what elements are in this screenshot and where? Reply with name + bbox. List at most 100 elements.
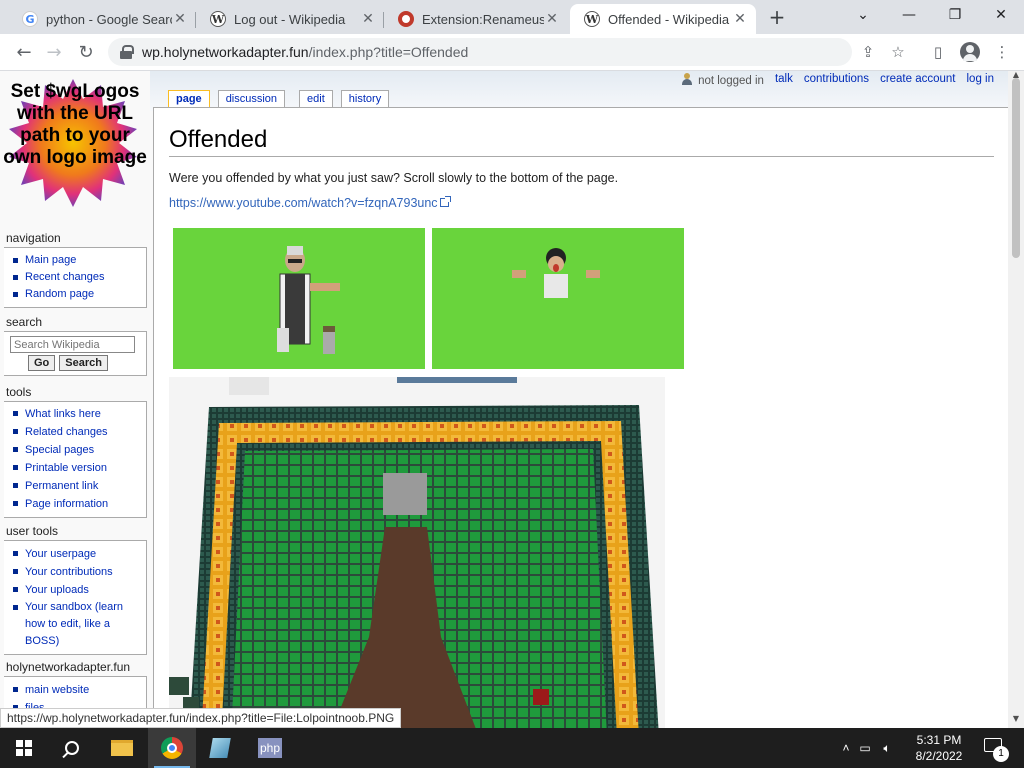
tools-printable-version[interactable]: Printable version bbox=[11, 459, 142, 477]
talk-link[interactable]: talk bbox=[775, 73, 793, 87]
minimize-icon[interactable]: — bbox=[886, 0, 932, 30]
status-bar: https://wp.holynetworkadapter.fun/index.… bbox=[0, 708, 402, 728]
taskbar-php[interactable]: php bbox=[246, 728, 294, 768]
screen: G python - Google Search ✕ W Log out - W… bbox=[0, 0, 1024, 768]
taskbar-chrome[interactable] bbox=[148, 728, 196, 768]
windows-logo-icon bbox=[16, 740, 32, 756]
tab-offended[interactable]: W Offended - Wikipedia ✕ bbox=[570, 4, 756, 34]
user-tools-userpage[interactable]: Your userpage bbox=[11, 545, 142, 563]
external-link-icon bbox=[439, 196, 451, 207]
user-tools-sandbox[interactable]: Your sandbox (learn how to edit, like a … bbox=[11, 599, 142, 650]
tab-history[interactable]: history bbox=[340, 90, 390, 108]
search-input[interactable] bbox=[10, 336, 135, 353]
taskbar-file-explorer[interactable] bbox=[98, 728, 146, 768]
greenscreen-image-left[interactable] bbox=[173, 228, 425, 369]
scroll-down-icon[interactable]: ▼ bbox=[1012, 715, 1020, 723]
user-tools-uploads[interactable]: Your uploads bbox=[11, 581, 142, 599]
chevron-up-icon[interactable]: ˄ bbox=[838, 741, 854, 755]
close-icon[interactable]: ✕ bbox=[544, 11, 560, 27]
window-controls: ⌄ — ❐ ✕ bbox=[840, 0, 1024, 30]
side-panel-icon[interactable]: ▯ bbox=[928, 42, 948, 62]
tab-title: python - Google Search bbox=[46, 11, 172, 27]
menu-kebab-icon[interactable]: ⋮ bbox=[992, 42, 1012, 62]
portlet-tools: tools What links here Related changes Sp… bbox=[4, 385, 147, 518]
greenscreen-image-right[interactable] bbox=[432, 228, 684, 369]
url-host: wp.holynetworkadapter.fun bbox=[142, 44, 309, 60]
scrollbar-thumb[interactable] bbox=[1012, 78, 1020, 258]
wikipedia-icon: W bbox=[584, 11, 600, 27]
user-icon bbox=[681, 73, 693, 85]
user-tools-contributions[interactable]: Your contributions bbox=[11, 563, 142, 581]
nav-recent-changes[interactable]: Recent changes bbox=[11, 269, 142, 286]
portlet-heading: user tools bbox=[6, 524, 59, 538]
browser-toolbar: ← → ↻ wp.holynetworkadapter.fun/index.ph… bbox=[0, 34, 1024, 71]
tab-renameuser[interactable]: Extension:Renameuser ✕ bbox=[384, 4, 568, 34]
windows-taskbar: php ˄ ▭ 🔈︎ 5:31 PM 8/2/2022 1 bbox=[0, 728, 1024, 768]
system-tray: ˄ ▭ 🔈︎ bbox=[838, 728, 898, 768]
go-button[interactable]: Go bbox=[28, 355, 56, 371]
taskbar-search-button[interactable] bbox=[48, 728, 96, 768]
tab-discussion[interactable]: discussion bbox=[217, 90, 286, 108]
page-title: Offended bbox=[169, 126, 994, 157]
tab-title: Log out - Wikipedia bbox=[234, 11, 346, 27]
taskbar-clock[interactable]: 5:31 PM 8/2/2022 bbox=[906, 732, 972, 764]
close-window-icon[interactable]: ✕ bbox=[978, 0, 1024, 30]
portlet-body: Go Search bbox=[4, 331, 147, 376]
close-icon[interactable]: ✕ bbox=[732, 11, 748, 27]
bookmark-star-icon[interactable]: ☆ bbox=[888, 42, 908, 62]
youtube-link-text[interactable]: https://www.youtube.com/watch?v=fzqnA793… bbox=[169, 196, 438, 210]
restore-icon[interactable]: ❐ bbox=[932, 0, 978, 30]
tools-related-changes[interactable]: Related changes bbox=[11, 423, 142, 441]
volume-icon[interactable]: 🔈︎ bbox=[876, 741, 898, 756]
pixel-art-image bbox=[169, 377, 665, 728]
search-icon bbox=[65, 741, 79, 755]
close-icon[interactable]: ✕ bbox=[360, 11, 376, 27]
network-icon[interactable]: ▭ bbox=[854, 741, 876, 755]
personal-tools: not logged in talk contributions create … bbox=[681, 73, 994, 87]
portlet-heading: tools bbox=[6, 385, 32, 399]
close-icon[interactable]: ✕ bbox=[172, 11, 188, 27]
portlet-body: What links here Related changes Special … bbox=[4, 401, 147, 518]
tools-permanent-link[interactable]: Permanent link bbox=[11, 477, 142, 495]
clock-date: 8/2/2022 bbox=[915, 749, 963, 763]
tools-what-links-here[interactable]: What links here bbox=[11, 405, 142, 423]
mediawiki-icon bbox=[398, 11, 414, 27]
reload-icon[interactable]: ↻ bbox=[74, 40, 98, 64]
nav-main-page[interactable]: Main page bbox=[11, 252, 142, 269]
portlet-user-tools: user tools Your userpage Your contributi… bbox=[4, 524, 147, 655]
portlet-search: search Go Search bbox=[4, 315, 147, 376]
taskbar-app[interactable] bbox=[196, 728, 244, 768]
tab-title: Extension:Renameuser bbox=[422, 11, 544, 27]
contributions-link[interactable]: contributions bbox=[804, 73, 869, 87]
tab-log-out[interactable]: W Log out - Wikipedia ✕ bbox=[196, 4, 384, 34]
lock-icon[interactable] bbox=[120, 45, 134, 59]
content-area: Offended Were you offended by what you j… bbox=[153, 107, 1008, 728]
portlet-body: Your userpage Your contributions Your up… bbox=[4, 540, 147, 655]
logo-text: Set $wgLogos with the URL path to your o… bbox=[3, 81, 147, 168]
profile-icon[interactable] bbox=[960, 42, 980, 62]
back-icon[interactable]: ← bbox=[12, 40, 36, 64]
forward-icon[interactable]: → bbox=[42, 40, 66, 64]
folder-icon bbox=[111, 740, 133, 756]
tab-google-search[interactable]: G python - Google Search ✕ bbox=[8, 4, 196, 34]
address-bar[interactable]: wp.holynetworkadapter.fun/index.php?titl… bbox=[108, 38, 852, 66]
tools-special-pages[interactable]: Special pages bbox=[11, 441, 142, 459]
share-icon[interactable]: ⇪ bbox=[858, 42, 878, 62]
tab-edit[interactable]: edit bbox=[299, 90, 333, 108]
portlet-body: Main page Recent changes Random page bbox=[4, 247, 147, 308]
start-button[interactable] bbox=[0, 728, 48, 768]
google-icon: G bbox=[22, 11, 38, 27]
search-buttons: Go Search bbox=[10, 355, 142, 371]
new-tab-button[interactable]: + bbox=[766, 6, 788, 28]
minecraft-build-image[interactable] bbox=[169, 377, 665, 728]
site-main-website[interactable]: main website bbox=[11, 681, 142, 699]
search-button[interactable]: Search bbox=[59, 355, 108, 371]
youtube-link[interactable]: https://www.youtube.com/watch?v=fzqnA793… bbox=[169, 196, 451, 210]
tab-search-icon[interactable]: ⌄ bbox=[840, 0, 886, 30]
create-account-link[interactable]: create account bbox=[880, 73, 955, 87]
nav-random-page[interactable]: Random page bbox=[11, 286, 142, 303]
log-in-link[interactable]: log in bbox=[967, 73, 995, 87]
tools-page-information[interactable]: Page information bbox=[11, 495, 142, 513]
page-scrollbar[interactable]: ▲ ▼ bbox=[1008, 71, 1024, 728]
clock-time: 5:31 PM bbox=[916, 733, 962, 747]
